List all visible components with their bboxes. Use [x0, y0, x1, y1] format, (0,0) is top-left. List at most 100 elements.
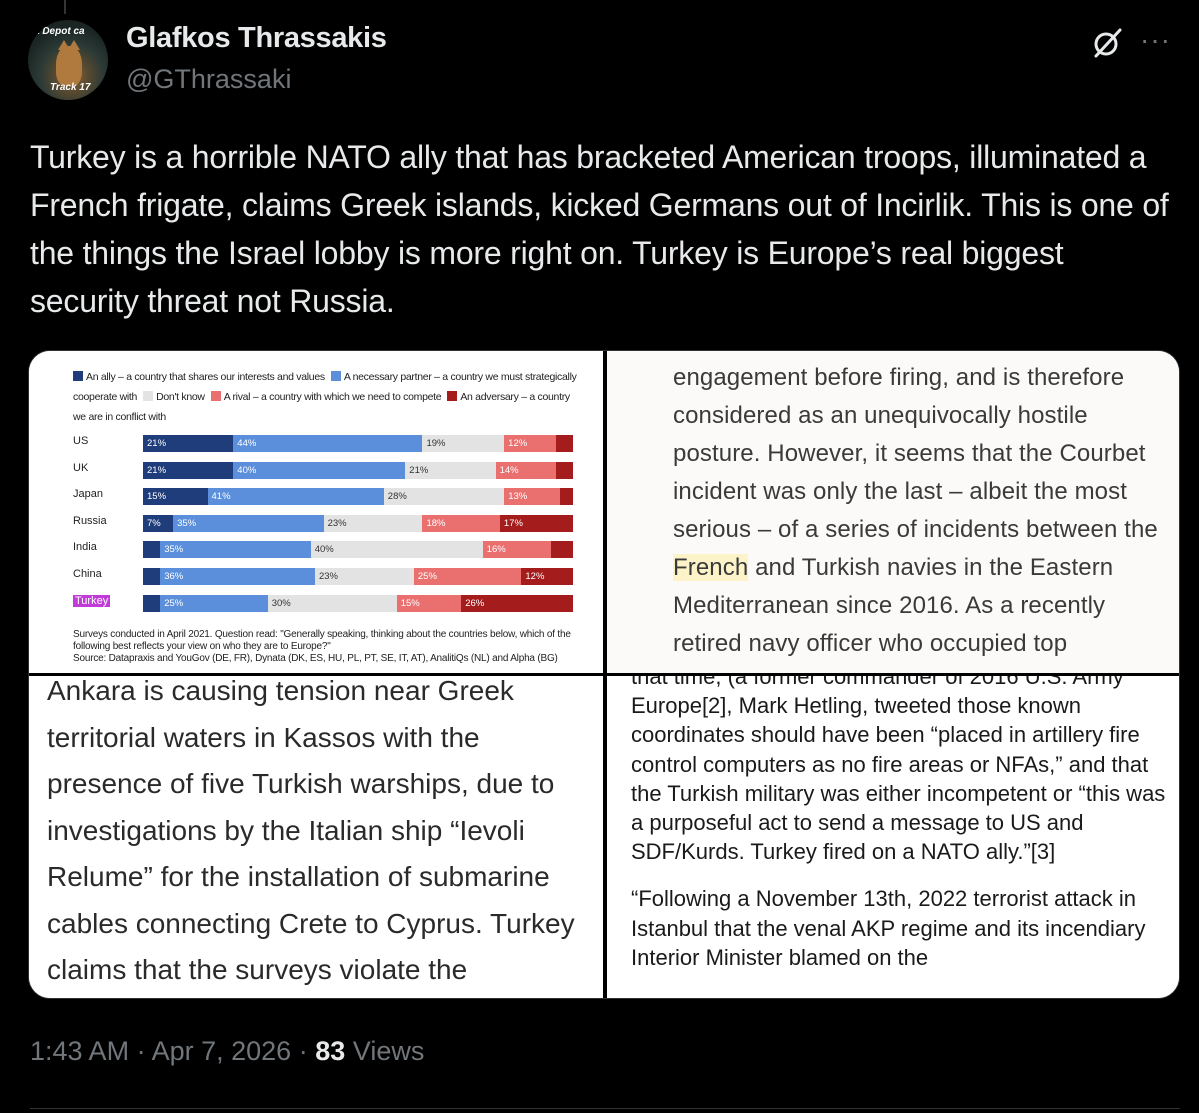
bottom-divider: [30, 1108, 1180, 1109]
highlighted-word: French: [673, 554, 749, 581]
bar-segment: 18%: [422, 514, 500, 532]
bar-segment: 13%: [504, 488, 561, 506]
excerpt-paragraph: “Following a November 13th, 2022 terrori…: [631, 886, 1146, 970]
bar-segment: 21%: [405, 461, 496, 479]
media-chart-image[interactable]: An ally – a country that shares our inte…: [29, 351, 603, 673]
bar-segment: 40%: [310, 541, 483, 559]
chart-footnote: Surveys conducted in April 2021. Questio…: [73, 629, 573, 665]
stacked-bar: 36% 23% 25% 12%: [143, 568, 573, 585]
bar-segment: 21%: [143, 435, 234, 452]
category-label: US: [73, 435, 89, 447]
chart-row: China 36% 23% 25% 12%: [73, 568, 583, 585]
bar-segment: 12%: [504, 435, 556, 452]
media-divider: [29, 673, 1179, 676]
bar-segment: 26%: [461, 594, 573, 612]
thread-connector-line: [64, 0, 66, 14]
cat-image: [56, 40, 82, 86]
bar-segment: [555, 435, 573, 452]
media-excerpt-image-3[interactable]: that time, (a former commander of 2016 U…: [607, 676, 1179, 998]
media-grid[interactable]: An ally – a country that shares our inte…: [28, 350, 1180, 999]
legend-swatch: [73, 371, 83, 381]
legend-item: Don't know: [143, 391, 205, 403]
bar-segment: 12%: [521, 568, 573, 585]
chart-row: Japan 15% 41% 28% 13%: [73, 488, 583, 506]
bar-segment: 35%: [160, 541, 311, 559]
legend-swatch: [447, 391, 458, 401]
category-label: Japan: [73, 488, 103, 501]
more-icon[interactable]: ···: [1140, 24, 1171, 56]
bar-segment: 15%: [143, 488, 208, 506]
bar-segment: 25%: [160, 594, 268, 612]
category-label: Turkey: [73, 594, 111, 607]
excerpt-text: engagement before firing, and is therefo…: [673, 359, 1173, 663]
media-excerpt-image-2[interactable]: Ankara is causing tension near Greek ter…: [29, 676, 603, 998]
bar-segment: 15%: [396, 594, 462, 612]
bar-segment: 35%: [173, 514, 324, 532]
avatar[interactable]: a Depot ca Track 17: [28, 20, 108, 100]
bar-segment: 14%: [495, 461, 556, 479]
author-name[interactable]: Glafkos Thrassakis: [126, 22, 387, 55]
stacked-bar: 7% 35% 23% 18% 17%: [143, 514, 573, 532]
legend-swatch: [330, 371, 341, 381]
grok-icon[interactable]: [1090, 26, 1124, 60]
bar-segment: [551, 541, 573, 559]
chart-row: US 21% 44% 19% 12%: [73, 435, 583, 452]
legend-label: A rival – a country with which we need t…: [223, 391, 442, 403]
legend-swatch: [143, 391, 154, 401]
legend-swatch: [210, 391, 221, 401]
post-date[interactable]: Apr 7, 2026: [152, 1036, 292, 1066]
excerpt-paragraph: that time, (a former commander of 2016 U…: [631, 676, 1166, 865]
bar-segment: 44%: [233, 435, 423, 452]
meta-separator: ·: [136, 1036, 146, 1066]
chart-row: Turkey 25% 30% 15% 26%: [73, 594, 583, 612]
stacked-bar: 35% 40% 16%: [143, 541, 573, 559]
category-label: UK: [73, 461, 89, 474]
tweet-meta: 1:43 AM · Apr 7, 2026 · 83 Views: [30, 1036, 424, 1067]
bar-segment: 28%: [383, 488, 505, 506]
category-label: India: [73, 541, 97, 554]
chart-footnote-text: Surveys conducted in April 2021. Questio…: [73, 629, 571, 652]
legend-item: An ally – a country that shares our inte…: [73, 371, 325, 383]
chart-row: Russia 7% 35% 23% 18% 17%: [73, 514, 583, 532]
bar-segment: 17%: [499, 514, 573, 532]
chart-row: UK 21% 40% 21% 14%: [73, 461, 583, 479]
legend-label: An ally – a country that shares our inte…: [86, 371, 325, 383]
bar-segment: 30%: [267, 594, 397, 612]
chart-source-text: Source: Datapraxis and YouGov (DE, FR), …: [73, 653, 558, 664]
chart-row: India 35% 40% 16%: [73, 541, 583, 559]
bar-segment: [143, 541, 161, 559]
category-label: China: [73, 568, 102, 580]
bar-segment: 16%: [482, 541, 552, 559]
legend-item: A rival – a country with which we need t…: [210, 391, 442, 403]
views-label: Views: [352, 1036, 425, 1066]
bar-segment: 7%: [143, 514, 174, 532]
bar-segment: [143, 594, 161, 612]
avatar-sign-text: a Depot ca: [34, 26, 85, 37]
chart-legend: An ally – a country that shares our inte…: [73, 367, 578, 427]
author-handle[interactable]: @GThrassaki: [126, 64, 291, 95]
excerpt-text-before: engagement before firing, and is therefo…: [673, 364, 1158, 543]
category-label: Russia: [73, 514, 107, 527]
bar-segment: 41%: [207, 488, 384, 506]
legend-label: Don't know: [156, 391, 205, 403]
bar-segment: 21%: [143, 461, 234, 479]
bar-segment: 36%: [160, 568, 315, 585]
bar-segment: 25%: [413, 568, 522, 585]
bar-segment: 40%: [233, 461, 406, 479]
stacked-bar: 15% 41% 28% 13%: [143, 488, 573, 506]
bar-segment: [560, 488, 573, 506]
excerpt-text: that time, (a former commander of 2016 U…: [631, 676, 1176, 972]
media-excerpt-image-1[interactable]: engagement before firing, and is therefo…: [607, 351, 1179, 673]
tweet-text: Turkey is a horrible NATO ally that has …: [30, 139, 1169, 319]
bar-segment: 23%: [314, 568, 414, 585]
bar-segment: [143, 568, 161, 585]
bar-segment: 23%: [323, 514, 423, 532]
views-count: 83: [315, 1036, 346, 1066]
stacked-bar: 21% 40% 21% 14%: [143, 461, 573, 479]
stacked-bar: 21% 44% 19% 12%: [143, 435, 573, 452]
bar-segment: [555, 461, 573, 479]
post-time[interactable]: 1:43 AM: [30, 1036, 129, 1066]
avatar-track-text: Track 17: [50, 82, 91, 93]
stacked-bar: 25% 30% 15% 26%: [143, 594, 573, 612]
excerpt-text: Ankara is causing tension near Greek ter…: [47, 676, 575, 985]
